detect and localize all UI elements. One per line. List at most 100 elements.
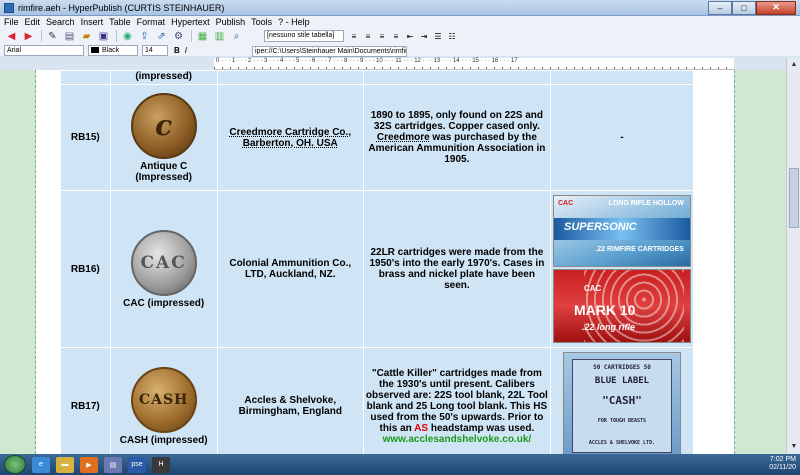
menu-bar: File Edit Search Insert Table Format Hyp… (0, 16, 800, 28)
export-icon[interactable]: ⇗ (154, 29, 169, 43)
scroll-down-icon[interactable]: ▼ (789, 442, 799, 452)
save-icon[interactable]: ▣ (96, 29, 111, 43)
system-clock[interactable]: 7:02 PM 02/11/20 (769, 456, 796, 472)
desc-text: 1890 to 1895, only found on 22S and 32S … (370, 110, 544, 132)
title-bar: rimfire.aeh - HyperPublish (CURTIS STEIN… (0, 0, 800, 16)
minimize-button[interactable]: – (708, 0, 732, 15)
toolbar-separator (116, 30, 117, 42)
headstamp-label: (impressed) (135, 71, 193, 82)
font-select[interactable]: Arial (4, 44, 84, 56)
table-row: RB15) c Antique C (Impressed) Creedmore … (60, 84, 695, 191)
table-row: RB17) CASH CASH (impressed) Accles & She… (60, 347, 695, 454)
box-image-cell: 50 CARTRIDGES 50 BLUE LABEL "CASH" FOR T… (549, 347, 695, 454)
app-icon (4, 2, 14, 13)
desc-text: headstamp was used. (428, 422, 535, 434)
menu-hypertext[interactable]: Hypertext (171, 17, 210, 27)
table-style-select[interactable]: [nessuno stile tabella] (264, 30, 344, 42)
table-row: (impressed) (60, 70, 695, 85)
maker-cell: Accles & Shelvoke, Birmingham, England (216, 347, 364, 454)
app-icon[interactable]: ▤ (104, 456, 122, 473)
open-icon[interactable]: ▰ (79, 29, 94, 43)
table-row: RB16) CAC CAC (impressed) Colonial Ammun… (60, 190, 695, 348)
indent-icon[interactable]: ⇥ (418, 30, 430, 42)
start-button[interactable] (4, 455, 26, 474)
image-cell: c Antique C (Impressed) (109, 84, 218, 191)
desc-highlight: AS (414, 422, 429, 434)
note-cell (549, 70, 695, 85)
italic-button[interactable]: I (185, 46, 187, 55)
vertical-scrollbar[interactable]: ▲ ▼ (786, 58, 800, 454)
headstamp-image: CAC (130, 229, 197, 296)
toolbar-separator (191, 30, 192, 42)
image-cell: CAC CAC (impressed) (109, 190, 218, 348)
hyperpublish-icon[interactable]: H (152, 456, 170, 473)
box-logo: CAC (557, 200, 574, 207)
right-margin (734, 70, 786, 454)
outdent-icon[interactable]: ⇤ (404, 30, 416, 42)
menu-file[interactable]: File (4, 17, 19, 27)
maker-cell (216, 70, 364, 85)
box-sub-text: .22 long rifle (581, 322, 635, 332)
edit-icon[interactable]: ✎ (45, 29, 60, 43)
maximize-button[interactable]: □ (732, 0, 756, 15)
image-cell: CASH CASH (impressed) (109, 347, 218, 454)
maker-cell: Creedmore Cartridge Co., Barberton, OH. … (216, 84, 364, 191)
folder-icon[interactable]: ▬ (56, 456, 74, 473)
menu-tools[interactable]: Tools (251, 17, 272, 27)
maker-link[interactable]: www.acclesandshelvoke.co.uk/ (383, 434, 532, 445)
window-title: rimfire.aeh - HyperPublish (CURTIS STEIN… (18, 2, 225, 13)
numbered-list-icon[interactable]: ☷ (446, 30, 458, 42)
font-size-select[interactable]: 14 (142, 44, 168, 56)
menu-table[interactable]: Table (109, 17, 131, 27)
align-left-icon[interactable]: ≡ (348, 30, 360, 42)
code-cell (60, 70, 111, 85)
box-image-cell: CAC LONG RIFLE HOLLOW SUPERSONIC .22 RIM… (549, 190, 695, 348)
headstamp-label: CASH (impressed) (119, 434, 208, 446)
close-button[interactable]: ✕ (756, 0, 796, 15)
pse-icon[interactable]: pse (128, 456, 146, 473)
globe-icon[interactable]: ◉ (120, 29, 135, 43)
desc-cell: "Cattle Killer" cartridges made from the… (362, 347, 551, 454)
box-top-text: LONG RIFLE HOLLOW (608, 200, 684, 207)
desc-cell: 1890 to 1895, only found on 22S and 32S … (362, 84, 551, 191)
paragraph-format-buttons: ≡ ≡ ≡ ≡ ⇤ ⇥ ☰ ☷ (348, 30, 460, 42)
code-cell: RB16) (60, 190, 111, 348)
headstamp-glyph: CAC (140, 252, 187, 273)
ruler-marks: 0 · · · 1 · · · 2 · · · 3 · · · 4 · · · … (216, 58, 518, 64)
note-cell: - (549, 84, 695, 191)
desc-cell: 22LR cartridges were made from the 1950'… (362, 190, 551, 348)
scroll-up-icon[interactable]: ▲ (789, 60, 799, 70)
menu-insert[interactable]: Insert (81, 17, 104, 27)
box-brand: SUPERSONIC (563, 221, 637, 233)
publish-icon[interactable]: ⇪ (137, 29, 152, 43)
menu-edit[interactable]: Edit (25, 17, 41, 27)
color-select[interactable]: Black (88, 44, 138, 56)
tools-icon[interactable]: ⚙ (171, 29, 186, 43)
menu-format[interactable]: Format (137, 17, 166, 27)
menu-help[interactable]: ? - Help (278, 17, 310, 27)
new-page-icon[interactable]: ▤ (62, 29, 77, 43)
back-icon[interactable]: ◀ (4, 29, 19, 43)
scrollbar-thumb[interactable] (789, 168, 799, 228)
box-line: BLUE LABEL (594, 376, 650, 386)
headstamp-label: CAC (impressed) (123, 297, 205, 309)
menu-search[interactable]: Search (46, 17, 75, 27)
document-area[interactable]: (impressed) RB15) c Antique C (Impressed… (36, 70, 734, 454)
ie-icon[interactable]: e (32, 456, 50, 473)
box-line: ACCLES & SHELVOKE LTD. (588, 440, 656, 446)
justify-icon[interactable]: ≡ (390, 30, 402, 42)
box-bottom-text: .22 RIMFIRE CARTRIDGES (595, 246, 684, 253)
bold-button[interactable]: B (174, 46, 180, 55)
bullet-list-icon[interactable]: ☰ (432, 30, 444, 42)
supersonic-box-image: CAC LONG RIFLE HOLLOW SUPERSONIC .22 RIM… (552, 195, 691, 267)
align-center-icon[interactable]: ≡ (362, 30, 374, 42)
find-icon[interactable]: ⌕ (229, 29, 244, 43)
align-right-icon[interactable]: ≡ (376, 30, 388, 42)
mark10-box-image: CAC MARK 10 .22 long rifle (552, 269, 691, 343)
media-icon[interactable]: ▶ (80, 456, 98, 473)
menu-publish[interactable]: Publish (216, 17, 246, 27)
address-field[interactable]: iper://C:\Users\Steinhauer Main\Document… (252, 46, 407, 57)
page-icon[interactable]: ▦ (195, 29, 210, 43)
book-icon[interactable]: ▥ (212, 29, 227, 43)
forward-icon[interactable]: ▶ (21, 29, 36, 43)
